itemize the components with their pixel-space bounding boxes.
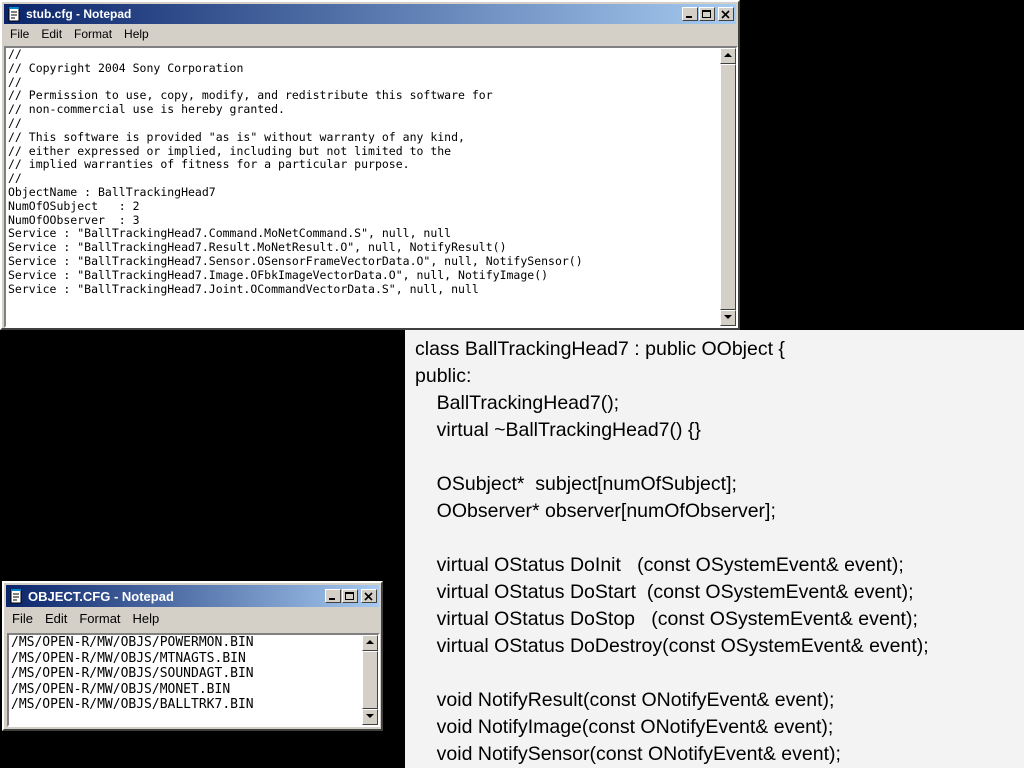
vertical-scrollbar[interactable] (362, 635, 378, 725)
text-line: // (8, 48, 22, 61)
text-line: // This software is provided "as is" wit… (8, 129, 465, 144)
minimize-icon (329, 598, 335, 600)
text-line: // Copyright 2004 Sony Corporation (8, 60, 244, 75)
code-line: void NotifySensor(const ONotifyEvent& ev… (415, 743, 841, 765)
text-line: Service : "BallTrackingHead7.Result.MoNe… (8, 240, 507, 255)
scroll-thumb[interactable] (362, 651, 378, 709)
maximize-icon (702, 10, 711, 18)
text-line: Service : "BallTrackingHead7.Image.OFbkI… (8, 267, 549, 282)
text-line: // implied warranties of fitness for a p… (8, 157, 410, 172)
menu-format[interactable]: Format (68, 27, 118, 41)
text-line: NumOfOObserver : 3 (8, 212, 140, 227)
window-title: OBJECT.CFG - Notepad (28, 588, 174, 604)
class-declaration-panel: class BallTrackingHead7 : public OObject… (405, 330, 1024, 768)
text-line: Service : "BallTrackingHead7.Joint.OComm… (8, 281, 479, 296)
stub-cfg-window: stub.cfg - Notepad File Edit Format Help… (0, 0, 740, 330)
scroll-up-arrow-icon (366, 640, 374, 644)
editor-text[interactable]: // // Copyright 2004 Sony Corporation //… (8, 48, 718, 326)
menu-help[interactable]: Help (127, 611, 166, 626)
text-editor-area[interactable]: /MS/OPEN-R/MW/OBJS/POWERMON.BIN /MS/OPEN… (7, 633, 380, 727)
code-line: virtual ~BallTrackingHead7() {} (415, 419, 701, 441)
maximize-icon (345, 592, 354, 600)
stub-cfg-titlebar[interactable]: stub.cfg - Notepad (4, 4, 736, 24)
text-line: Service : "BallTrackingHead7.Sensor.OSen… (8, 253, 583, 268)
scroll-up-button[interactable] (362, 635, 378, 651)
menu-bar: File Edit Format Help (2, 24, 738, 44)
notepad-icon (10, 589, 22, 604)
notepad-icon (8, 7, 20, 22)
text-line: // Permission to use, copy, modify, and … (8, 88, 493, 103)
minimize-button[interactable] (682, 7, 698, 21)
menu-help[interactable]: Help (118, 27, 155, 41)
menu-edit[interactable]: Edit (39, 611, 73, 626)
text-line: // (8, 171, 22, 186)
code-line: BallTrackingHead7(); (415, 392, 620, 414)
maximize-button[interactable] (342, 589, 358, 603)
text-line: /MS/OPEN-R/MW/OBJS/POWERMON.BIN (11, 635, 254, 650)
scroll-down-button[interactable] (720, 310, 736, 326)
scroll-down-arrow-icon (724, 315, 732, 319)
code-line: public: (415, 365, 472, 387)
maximize-button[interactable] (699, 7, 715, 21)
scroll-down-arrow-icon (366, 714, 374, 718)
editor-text[interactable]: /MS/OPEN-R/MW/OBJS/POWERMON.BIN /MS/OPEN… (11, 635, 360, 725)
scroll-up-arrow-icon (724, 53, 732, 57)
minimize-button[interactable] (325, 589, 341, 603)
close-button[interactable] (361, 589, 377, 603)
menu-file[interactable]: File (4, 27, 35, 41)
text-editor-area[interactable]: // // Copyright 2004 Sony Corporation //… (4, 46, 738, 328)
minimize-icon (686, 16, 692, 18)
menu-file[interactable]: File (6, 611, 39, 626)
text-line: /MS/OPEN-R/MW/OBJS/SOUNDAGT.BIN (11, 666, 254, 682)
text-line: /MS/OPEN-R/MW/OBJS/MONET.BIN (11, 681, 231, 697)
menu-edit[interactable]: Edit (35, 27, 68, 41)
text-line: NumOfOSubject : 2 (8, 198, 140, 213)
menu-bar: File Edit Format Help (4, 607, 381, 629)
text-line: // (8, 74, 22, 89)
text-line: ObjectName : BallTrackingHead7 (8, 184, 216, 199)
close-icon (721, 10, 730, 19)
scroll-down-button[interactable] (362, 709, 378, 725)
scroll-up-button[interactable] (720, 48, 736, 64)
close-icon (364, 592, 373, 601)
menu-format[interactable]: Format (73, 611, 126, 626)
code-line: virtual OStatus DoStop (const OSystemEve… (415, 608, 918, 630)
object-cfg-window: OBJECT.CFG - Notepad File Edit Format He… (2, 581, 383, 731)
code-line: OObserver* observer[numOfObserver]; (415, 500, 776, 522)
text-line: // non-commercial use is hereby granted. (8, 102, 285, 117)
window-title: stub.cfg - Notepad (26, 7, 132, 21)
scroll-thumb[interactable] (720, 64, 736, 310)
code-line: virtual OStatus DoStart (const OSystemEv… (415, 581, 914, 603)
text-line: Service : "BallTrackingHead7.Command.MoN… (8, 226, 452, 241)
code-line: virtual OStatus DoDestroy(const OSystemE… (415, 635, 929, 657)
code-line: virtual OStatus DoInit (const OSystemEve… (415, 554, 904, 576)
vertical-scrollbar[interactable] (720, 48, 736, 326)
text-line: /MS/OPEN-R/MW/OBJS/MTNAGTS.BIN (11, 650, 246, 666)
class-code: class BallTrackingHead7 : public OObject… (415, 336, 929, 768)
code-line: void NotifyImage(const ONotifyEvent& eve… (415, 716, 834, 738)
text-line: // either expressed or implied, includin… (8, 143, 452, 158)
object-cfg-titlebar[interactable]: OBJECT.CFG - Notepad (6, 585, 379, 607)
code-line: OSubject* subject[numOfSubject]; (415, 473, 737, 495)
code-line: class BallTrackingHead7 : public OObject… (415, 338, 785, 360)
close-button[interactable] (718, 7, 734, 21)
code-line: void NotifyResult(const ONotifyEvent& ev… (415, 689, 835, 711)
text-line: // (8, 115, 22, 130)
text-line: /MS/OPEN-R/MW/OBJS/BALLTRK7.BIN (11, 697, 254, 713)
